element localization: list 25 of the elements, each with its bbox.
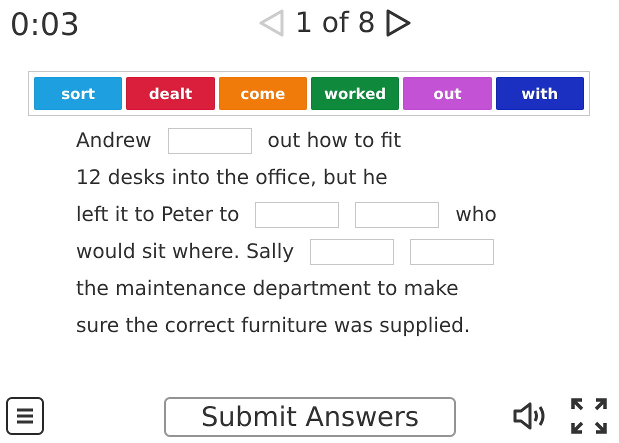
word-tile[interactable]: out	[403, 77, 492, 110]
menu-icon[interactable]	[6, 397, 44, 435]
answer-box[interactable]	[410, 238, 494, 264]
answer-box[interactable]	[255, 202, 340, 228]
next-icon[interactable]	[385, 8, 414, 38]
passage-text: sure the correct furniture was supplied.	[76, 312, 470, 339]
passage-text: left it to Peter to	[76, 201, 240, 228]
answer-box[interactable]	[355, 202, 440, 228]
word-tile[interactable]: worked	[310, 77, 400, 110]
word-tile[interactable]: dealt	[126, 77, 215, 110]
page-counter: 1 of 8	[295, 6, 376, 39]
passage-text: 12 desks into the office, but he	[76, 164, 388, 191]
word-tile[interactable]: sort	[34, 77, 122, 110]
word-tile[interactable]: come	[218, 77, 307, 110]
passage-text: out how to fit	[268, 127, 402, 154]
submit-button[interactable]: Submit Answers	[164, 397, 456, 437]
fullscreen-icon[interactable]	[570, 397, 608, 435]
passage-text: the maintenance department to make	[76, 275, 459, 302]
answer-box[interactable]	[310, 238, 394, 264]
passage-text: Andrew	[76, 127, 152, 154]
word-tile[interactable]: with	[496, 77, 584, 110]
passage-text: would sit where. Sally	[76, 238, 294, 265]
passage-text: who	[455, 201, 497, 228]
timer: 0:03	[10, 7, 80, 43]
answer-box[interactable]	[168, 128, 252, 154]
